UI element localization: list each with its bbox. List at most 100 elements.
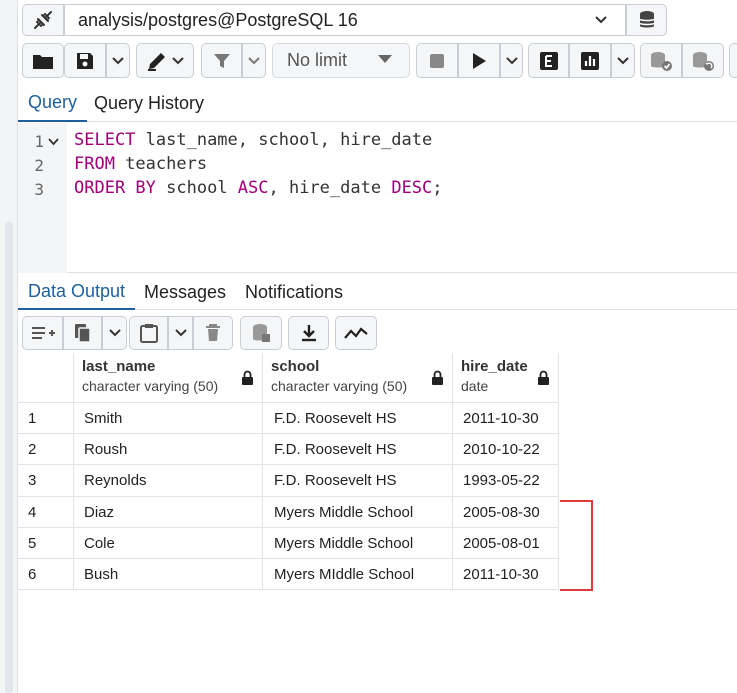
cell-school[interactable]: F.D. Roosevelt HS xyxy=(263,434,453,465)
more-toolbar-button[interactable] xyxy=(729,43,737,78)
filter-icon xyxy=(213,53,230,68)
code-line-3: ORDER BY school ASC, hire_date DESC; xyxy=(74,178,443,198)
cell-school[interactable]: Myers MIddle School xyxy=(263,559,453,590)
fold-chevron-icon[interactable] xyxy=(48,135,60,149)
plug-connected-icon xyxy=(34,11,52,29)
cell-school[interactable]: F.D. Roosevelt HS xyxy=(263,403,453,434)
stop-button[interactable] xyxy=(416,43,458,78)
cell-last-name[interactable]: Roush xyxy=(74,434,263,465)
caret-down-icon xyxy=(378,55,392,63)
new-connection-button[interactable] xyxy=(626,4,667,36)
add-row-icon xyxy=(31,327,55,339)
execute-button[interactable] xyxy=(458,43,500,78)
play-icon xyxy=(473,52,486,69)
download-icon xyxy=(301,325,316,342)
filter-button[interactable] xyxy=(201,43,242,78)
chevron-down-icon xyxy=(172,56,184,64)
lock-icon xyxy=(242,370,253,385)
save-options-dropdown[interactable] xyxy=(106,43,130,78)
database-icon xyxy=(638,11,655,28)
line-number: 1 xyxy=(34,132,44,151)
highlight-bracket xyxy=(560,500,593,591)
open-file-button[interactable] xyxy=(22,43,64,78)
folder-icon xyxy=(33,54,53,69)
chevron-down-icon xyxy=(505,56,518,64)
bar-chart-icon xyxy=(581,51,599,70)
row-number[interactable]: 3 xyxy=(18,465,74,497)
filter-options-dropdown[interactable] xyxy=(242,43,266,78)
connection-status-button[interactable] xyxy=(22,4,64,36)
row-number-header xyxy=(18,353,74,403)
tab-messages[interactable]: Messages xyxy=(134,274,236,310)
delete-row-button[interactable] xyxy=(193,316,233,350)
lock-icon xyxy=(538,370,549,385)
commit-button[interactable] xyxy=(640,43,682,78)
left-scrollbar[interactable] xyxy=(5,222,13,693)
chevron-down-icon xyxy=(174,329,187,337)
cell-hire-date[interactable]: 2005-08-01 xyxy=(453,528,559,559)
execute-options-dropdown[interactable] xyxy=(500,43,523,78)
line-number: 3 xyxy=(34,180,44,199)
cell-school[interactable]: F.D. Roosevelt HS xyxy=(263,465,453,497)
tab-query[interactable]: Query xyxy=(18,84,88,122)
cell-hire-date[interactable]: 1993-05-22 xyxy=(453,465,559,497)
chevron-down-icon xyxy=(617,56,629,64)
explain-analyze-button[interactable] xyxy=(569,43,611,78)
graph-visualiser-button[interactable] xyxy=(335,316,377,350)
database-undo-icon xyxy=(693,51,714,71)
save-data-button[interactable] xyxy=(240,316,282,350)
trash-icon xyxy=(206,324,220,341)
edit-button[interactable] xyxy=(136,43,194,78)
tab-query-history[interactable]: Query History xyxy=(84,84,214,122)
cell-last-name[interactable]: Bush xyxy=(74,559,263,590)
clipboard-icon xyxy=(139,324,158,343)
row-number[interactable]: 4 xyxy=(18,497,74,528)
cell-hire-date[interactable]: 2011-10-30 xyxy=(453,403,559,434)
column-header-school[interactable]: school character varying (50) xyxy=(263,353,453,403)
database-check-icon xyxy=(651,51,672,71)
cell-hire-date[interactable]: 2005-08-30 xyxy=(453,497,559,528)
line-chart-icon xyxy=(344,327,368,339)
chevron-down-icon xyxy=(112,56,124,64)
copy-icon xyxy=(74,324,91,343)
save-icon xyxy=(77,52,93,69)
cell-hire-date[interactable]: 2011-10-30 xyxy=(453,559,559,590)
tab-notifications[interactable]: Notifications xyxy=(235,274,353,310)
chevron-down-icon[interactable] xyxy=(590,4,612,36)
connection-label: analysis/postgres@PostgreSQL 16 xyxy=(78,9,358,30)
paste-button[interactable] xyxy=(129,316,168,350)
cell-hire-date[interactable]: 2010-10-22 xyxy=(453,434,559,465)
row-number[interactable]: 1 xyxy=(18,403,74,434)
add-row-button[interactable] xyxy=(22,316,63,350)
row-number[interactable]: 2 xyxy=(18,434,74,465)
cell-last-name[interactable]: Smith xyxy=(74,403,263,434)
code-line-2: FROM teachers xyxy=(74,154,208,174)
column-header-last-name[interactable]: last_name character varying (50) xyxy=(74,353,263,403)
copy-options-dropdown[interactable] xyxy=(102,316,127,350)
database-save-icon xyxy=(253,324,270,342)
row-number[interactable]: 6 xyxy=(18,559,74,590)
download-button[interactable] xyxy=(288,316,329,350)
connection-select[interactable]: analysis/postgres@PostgreSQL 16 xyxy=(64,4,626,36)
cell-last-name[interactable]: Diaz xyxy=(74,497,263,528)
row-number[interactable]: 5 xyxy=(18,528,74,559)
explain-button[interactable] xyxy=(528,43,569,78)
chevron-down-icon xyxy=(108,329,121,337)
explain-options-dropdown[interactable] xyxy=(611,43,635,78)
paste-options-dropdown[interactable] xyxy=(168,316,193,350)
save-button[interactable] xyxy=(64,43,106,78)
cell-school[interactable]: Myers Middle School xyxy=(263,497,453,528)
code-line-1: SELECT last_name, school, hire_date xyxy=(74,130,433,150)
rollback-button[interactable] xyxy=(682,43,724,78)
row-limit-label: No limit xyxy=(287,50,348,70)
line-number: 2 xyxy=(34,156,44,175)
cell-school[interactable]: Myers Middle School xyxy=(263,528,453,559)
column-header-hire-date[interactable]: hire_date date xyxy=(453,353,559,403)
cell-last-name[interactable]: Cole xyxy=(74,528,263,559)
copy-button[interactable] xyxy=(63,316,102,350)
tab-data-output[interactable]: Data Output xyxy=(18,274,136,310)
lock-icon xyxy=(432,370,443,385)
cell-last-name[interactable]: Reynolds xyxy=(74,465,263,497)
stop-icon xyxy=(430,53,444,68)
explain-icon xyxy=(539,51,558,70)
